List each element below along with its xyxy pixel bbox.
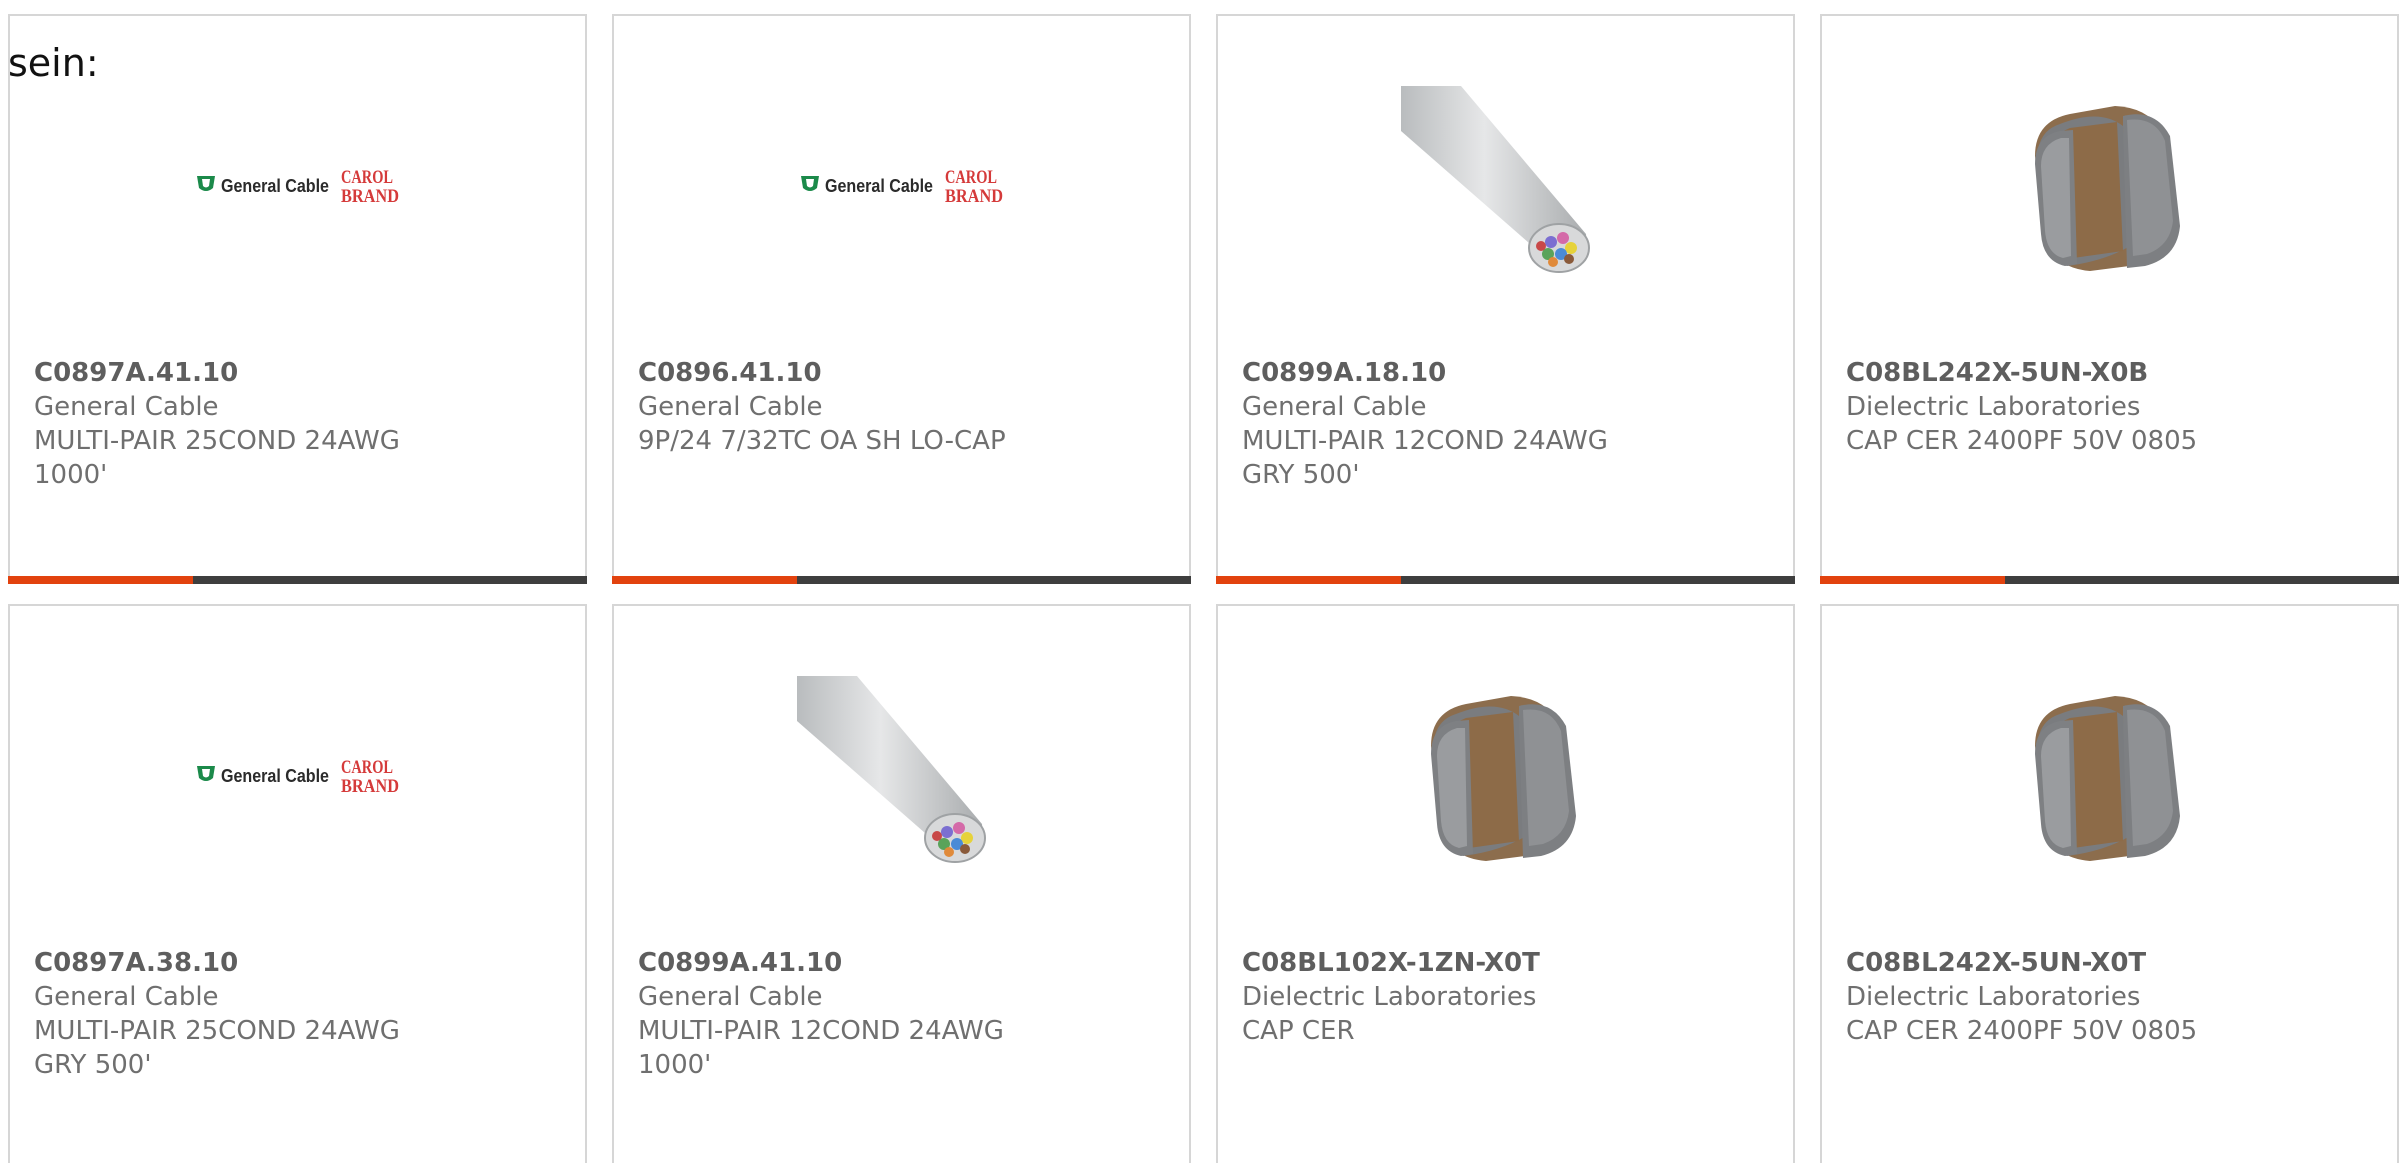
- logo-sub1-text: CAROL: [341, 167, 393, 188]
- product-description-line: 9P/24 7/32TC OA SH LO-CAP: [638, 426, 1006, 456]
- product-description-line: MULTI-PAIR 12COND 24AWG: [638, 1016, 1004, 1046]
- product-grid: General Cable CAROL BRAND C0897A.41.10 Ge…: [8, 14, 2399, 1163]
- multi-conductor-cable-image: [1400, 86, 1590, 273]
- product-info: C08BL242X-5UN-X0B Dielectric Laboratories…: [1846, 356, 2373, 458]
- card-accent-fill: [612, 576, 798, 584]
- product-thumbnail[interactable]: General Cable CAROL BRAND: [193, 676, 403, 876]
- manufacturer-name: Dielectric Laboratories: [1846, 392, 2141, 422]
- card-accent-bar: [8, 576, 587, 584]
- product-card[interactable]: C08BL242X-5UN-X0B Dielectric Laboratories…: [1820, 14, 2399, 584]
- logo-brand-text: General Cable: [221, 176, 329, 196]
- product-card[interactable]: General Cable CAROL BRAND C0896.41.10 Gen…: [612, 14, 1191, 584]
- product-info: C0896.41.10 General Cable 9P/24 7/32TC OA …: [638, 356, 1165, 458]
- manufacturer-name: General Cable: [1242, 392, 1427, 422]
- part-number-link[interactable]: C08BL242X-5UN-X0B: [1846, 356, 2373, 390]
- general-cable-logo: General Cable CAROL BRAND: [800, 167, 1003, 207]
- product-description-line: MULTI-PAIR 25COND 24AWG: [34, 426, 400, 456]
- manufacturer-name: General Cable: [34, 392, 219, 422]
- product-thumbnail[interactable]: [2005, 676, 2215, 876]
- part-number-link[interactable]: C08BL242X-5UN-X0T: [1846, 946, 2373, 980]
- product-description-line: MULTI-PAIR 25COND 24AWG: [34, 1016, 400, 1046]
- product-info: C0899A.18.10 General Cable MULTI-PAIR 12CO…: [1242, 356, 1769, 492]
- product-description-line: GRY 500': [34, 1050, 152, 1080]
- logo-sub1-text: CAROL: [945, 167, 997, 188]
- logo-sub2-text: BRAND: [341, 776, 399, 797]
- product-info: C0897A.41.10 General Cable MULTI-PAIR 25CO…: [34, 356, 561, 492]
- product-card[interactable]: C08BL242X-5UN-X0T Dielectric Laboratories…: [1820, 604, 2399, 1163]
- product-description-line: GRY 500': [1242, 460, 1360, 490]
- product-info: C08BL242X-5UN-X0T Dielectric Laboratories…: [1846, 946, 2373, 1048]
- product-description-line: CAP CER: [1242, 1016, 1355, 1046]
- product-thumbnail[interactable]: General Cable CAROL BRAND: [193, 86, 403, 286]
- logo-brand-text: General Cable: [825, 176, 933, 196]
- manufacturer-name: General Cable: [638, 392, 823, 422]
- product-thumbnail[interactable]: [1400, 86, 1611, 286]
- product-description-line: MULTI-PAIR 12COND 24AWG: [1242, 426, 1608, 456]
- logo-brand-text: General Cable: [221, 766, 329, 786]
- general-cable-logo: General Cable CAROL BRAND: [196, 167, 399, 207]
- product-thumbnail[interactable]: General Cable CAROL BRAND: [797, 86, 1007, 286]
- part-number-link[interactable]: C0897A.38.10: [34, 946, 561, 980]
- part-number-link[interactable]: C0899A.41.10: [638, 946, 1165, 980]
- logo-sub2-text: BRAND: [945, 186, 1003, 207]
- general-cable-logo: General Cable CAROL BRAND: [196, 757, 399, 797]
- part-number-link[interactable]: C0896.41.10: [638, 356, 1165, 390]
- part-number-link[interactable]: C0899A.18.10: [1242, 356, 1769, 390]
- product-results-page: sein: General Cable CAROL BRAND C0897A.4…: [0, 0, 2400, 1163]
- product-thumbnail[interactable]: [796, 676, 1007, 876]
- product-description-line: CAP CER 2400PF 50V 0805: [1846, 426, 2198, 456]
- product-description-line: CAP CER 2400PF 50V 0805: [1846, 1016, 2198, 1046]
- card-accent-bar: [1216, 576, 1795, 584]
- manufacturer-name: Dielectric Laboratories: [1242, 982, 1537, 1012]
- manufacturer-name: Dielectric Laboratories: [1846, 982, 2141, 1012]
- product-card[interactable]: C08BL102X-1ZN-X0T Dielectric Laboratories…: [1216, 604, 1795, 1163]
- intro-text: sein:: [8, 41, 99, 85]
- multi-conductor-cable-image: [796, 676, 986, 863]
- part-number-link[interactable]: C0897A.41.10: [34, 356, 561, 390]
- product-info: C0899A.41.10 General Cable MULTI-PAIR 12CO…: [638, 946, 1165, 1082]
- product-card[interactable]: C0899A.41.10 General Cable MULTI-PAIR 12CO…: [612, 604, 1191, 1163]
- product-description-line: 1000': [34, 460, 108, 490]
- logo-sub1-text: CAROL: [341, 757, 393, 778]
- card-accent-bar: [612, 576, 1191, 584]
- ceramic-capacitor-image: [2034, 696, 2180, 861]
- product-card[interactable]: C0899A.18.10 General Cable MULTI-PAIR 12CO…: [1216, 14, 1795, 584]
- manufacturer-name: General Cable: [34, 982, 219, 1012]
- product-thumbnail[interactable]: [2005, 86, 2215, 286]
- product-card[interactable]: General Cable CAROL BRAND C0897A.41.10 Ge…: [8, 14, 587, 584]
- card-accent-fill: [1216, 576, 1402, 584]
- product-thumbnail[interactable]: [1401, 676, 1611, 876]
- product-card[interactable]: General Cable CAROL BRAND C0897A.38.10 Ge…: [8, 604, 587, 1163]
- product-info: C08BL102X-1ZN-X0T Dielectric Laboratories…: [1242, 946, 1769, 1048]
- part-number-link[interactable]: C08BL102X-1ZN-X0T: [1242, 946, 1769, 980]
- manufacturer-name: General Cable: [638, 982, 823, 1012]
- card-accent-bar: [1820, 576, 2399, 584]
- card-accent-fill: [8, 576, 194, 584]
- logo-sub2-text: BRAND: [341, 186, 399, 207]
- product-description-line: 1000': [638, 1050, 712, 1080]
- ceramic-capacitor-image: [2034, 106, 2180, 271]
- product-info: C0897A.38.10 General Cable MULTI-PAIR 25CO…: [34, 946, 561, 1082]
- card-accent-fill: [1820, 576, 2006, 584]
- ceramic-capacitor-image: [1430, 696, 1576, 861]
